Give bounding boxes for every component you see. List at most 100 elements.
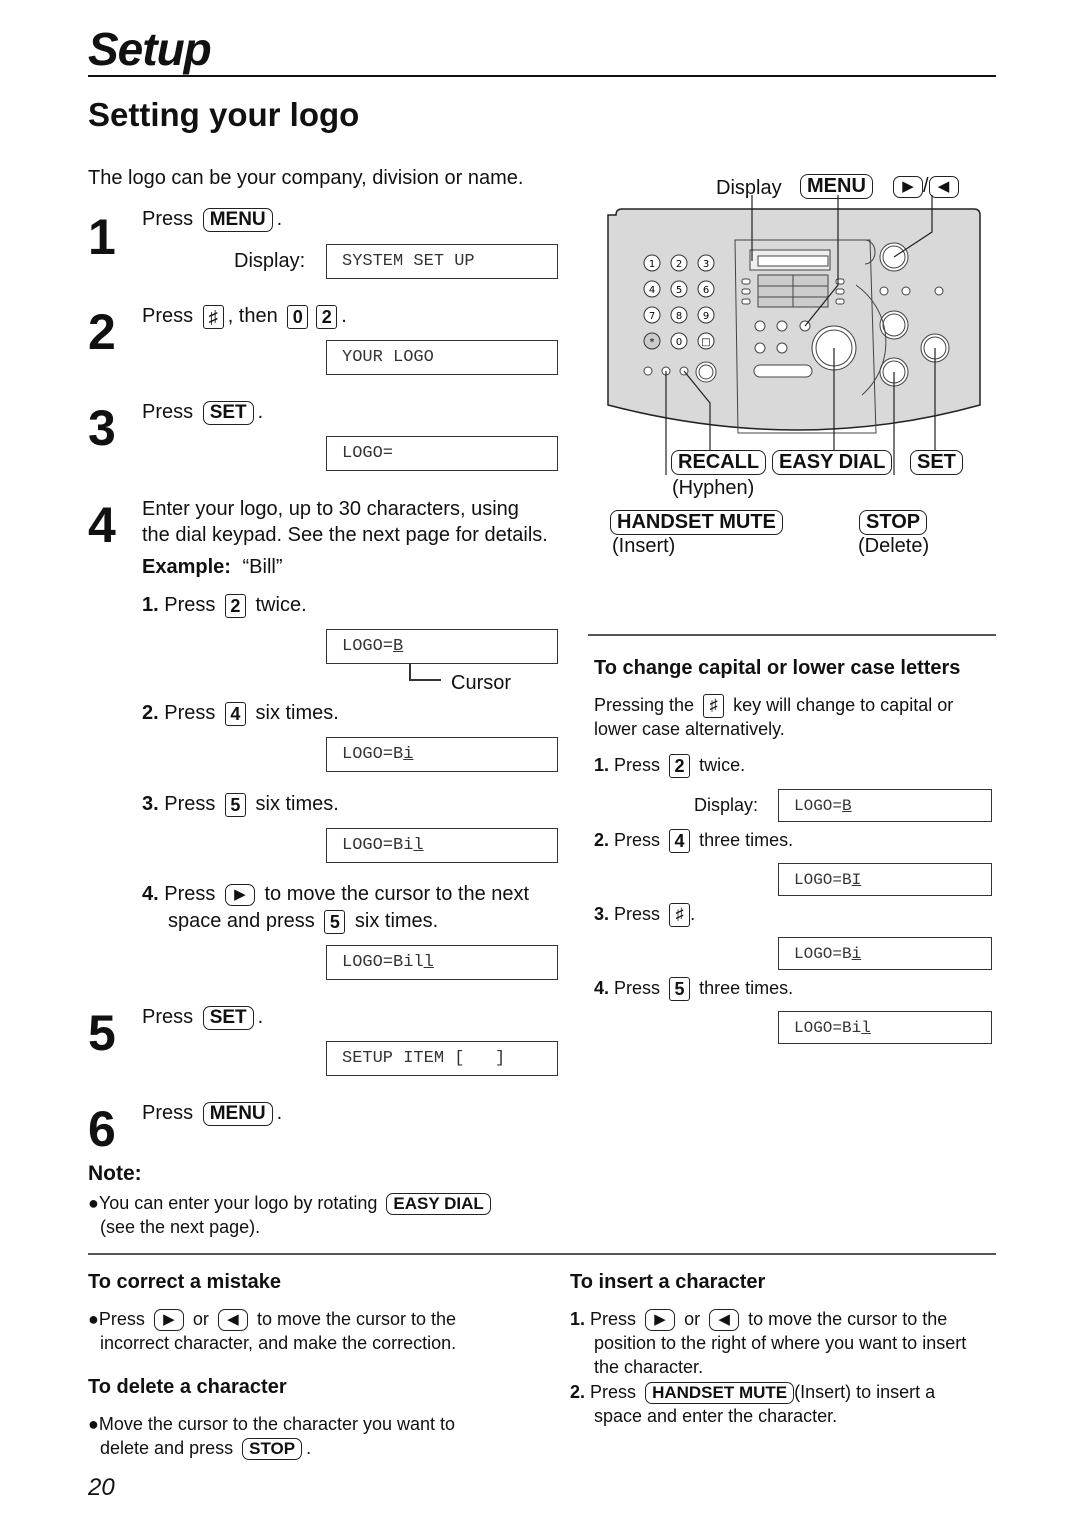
lcd-cursor-char: i	[403, 745, 414, 764]
lcd-display: LOGO=B i	[778, 937, 992, 970]
slash: /	[923, 175, 929, 197]
keypad-label: 9	[703, 311, 709, 322]
cursor-label: Cursor	[451, 672, 512, 694]
divider	[88, 1253, 996, 1255]
keypad-label: 1	[649, 259, 655, 270]
keypad-label: 0	[676, 337, 682, 348]
hash-key: ♯	[703, 694, 725, 719]
note-title: Note:	[88, 1162, 142, 1185]
substep-text: space and press	[168, 910, 315, 932]
step-4-line-1: Enter your logo, up to 30 characters, us…	[142, 498, 519, 520]
handset-mute-sub: (Insert)	[612, 535, 676, 557]
press-label: Press	[614, 904, 661, 924]
fax-panel-diagram: 1 2 3 4 5 6 7 8 9 * 0 □	[607, 195, 981, 475]
substep-number: 2.	[594, 830, 610, 850]
lcd-cursor-char: l	[423, 953, 434, 972]
easy-dial-label: EASY DIAL	[772, 450, 893, 475]
display-screen	[757, 255, 829, 267]
substep-number: 2.	[570, 1382, 586, 1402]
lcd-cursor-char: I	[851, 870, 862, 889]
lcd-text: LOGO=	[342, 637, 394, 656]
correct-text: ●Press ▶ or ◀ to move the cursor to the	[88, 1307, 456, 1332]
substep-after: to move the cursor to the next	[264, 883, 530, 905]
digit-key-4: 4	[224, 701, 246, 726]
insert-step-2-line-2: space and enter the character.	[594, 1406, 838, 1426]
substep-number: 4.	[142, 883, 159, 905]
digit-key-0: 0	[287, 304, 309, 329]
display-label: Display:	[694, 795, 759, 815]
lcd-display: LOGO=	[326, 436, 558, 471]
correct-title: To correct a mistake	[88, 1271, 282, 1293]
substep-after: six times.	[255, 793, 339, 815]
lcd-text: LOGO=B	[794, 944, 852, 963]
step-number: 6	[88, 1101, 116, 1157]
step-number: 3	[88, 400, 116, 456]
example: Example: “Bill”	[142, 554, 283, 580]
lcd-display: LOGO=Bi l	[326, 828, 558, 863]
right-arrow-key-icon: ▶	[153, 1309, 184, 1332]
lcd-cursor-char: B	[393, 637, 404, 656]
case-text-line-2: lower case alternatively.	[594, 719, 785, 739]
lcd-display: LOGO=Bi l	[778, 1011, 992, 1044]
press-label: Press	[614, 830, 661, 850]
intro-text: The logo can be your company, division o…	[88, 167, 524, 189]
substep: 3. Press 5 six times.	[142, 791, 339, 817]
lcd-text: LOGO=B	[342, 745, 404, 764]
substep-number: 4.	[594, 978, 610, 998]
case-text: Pressing the ♯ key will change to capita…	[594, 693, 954, 719]
substep-after: twice.	[255, 594, 307, 616]
insert-step-1-line-2: position to the right of where you want …	[594, 1333, 967, 1353]
recall-sub: (Hyphen)	[672, 477, 755, 499]
or-label: or	[684, 1309, 701, 1329]
substep-number: 1.	[594, 755, 610, 775]
insert-step-1: 1. Press ▶ or ◀ to move the cursor to th…	[570, 1307, 947, 1332]
handset-mute-key: HANDSET MUTE	[645, 1382, 795, 1405]
page-number: 20	[88, 1474, 115, 1501]
lcd-cursor-char: i	[851, 944, 862, 963]
lcd-display: LOGO=B i	[326, 737, 558, 772]
example-value: “Bill”	[242, 556, 283, 578]
press-label: Press	[98, 1309, 145, 1329]
step-number: 5	[88, 1005, 116, 1061]
left-arrow-key-icon: ◀	[709, 1309, 740, 1332]
case-text-post: key will change to capital or	[733, 695, 954, 715]
right-arrow-key-icon: ▶	[645, 1309, 676, 1332]
press-label: Press	[142, 1102, 194, 1124]
lcd-cursor-char: B	[842, 796, 852, 815]
substep-text: six times.	[354, 910, 439, 932]
step-3-instruction: Press SET.	[142, 399, 263, 425]
substep-number: 3.	[594, 904, 610, 924]
lcd-display: SYSTEM SET UP	[326, 244, 558, 279]
right-arrow-key-icon: ▶	[224, 883, 255, 906]
header-rule	[88, 75, 996, 77]
handset-mute-key: HANDSET MUTE	[610, 510, 783, 535]
step-2-instruction: Press ♯, then 02.	[142, 303, 347, 329]
case-substep: 2. Press 4 three times.	[594, 828, 793, 854]
press-label: Press	[142, 208, 194, 230]
delete-line-1: Move the cursor to the character you wan…	[98, 1414, 456, 1434]
handset-mute-label: HANDSET MUTE	[610, 510, 783, 535]
lcd-display: LOGO=Bil l	[326, 945, 558, 980]
lcd-text: LOGO=Bil	[342, 953, 424, 972]
note-text-post: (see the next page).	[100, 1217, 261, 1237]
substep-after: three times.	[699, 978, 794, 998]
step-4-line-2: the dial keypad. See the next page for d…	[142, 524, 548, 546]
substep-after: twice.	[699, 755, 746, 775]
substep: 1. Press 2 twice.	[142, 592, 307, 618]
press-label: Press	[164, 793, 216, 815]
press-label: Press	[142, 1006, 194, 1028]
press-label: Press	[590, 1309, 637, 1329]
delete-text-pre: delete and press	[100, 1438, 234, 1458]
easy-dial-key: EASY DIAL	[772, 450, 893, 475]
press-label: Press	[164, 594, 216, 616]
stop-key: STOP	[859, 510, 928, 535]
step-6-instruction: Press MENU.	[142, 1100, 282, 1126]
divider	[588, 634, 996, 636]
digit-key-5: 5	[224, 792, 246, 817]
substep-number: 3.	[142, 793, 159, 815]
recall-label: RECALL	[671, 450, 767, 475]
substep-number: 2.	[142, 702, 159, 724]
keypad-label: 5	[676, 285, 682, 296]
substep-after: six times.	[255, 702, 339, 724]
insert-text: (Insert) to insert a	[794, 1382, 936, 1402]
